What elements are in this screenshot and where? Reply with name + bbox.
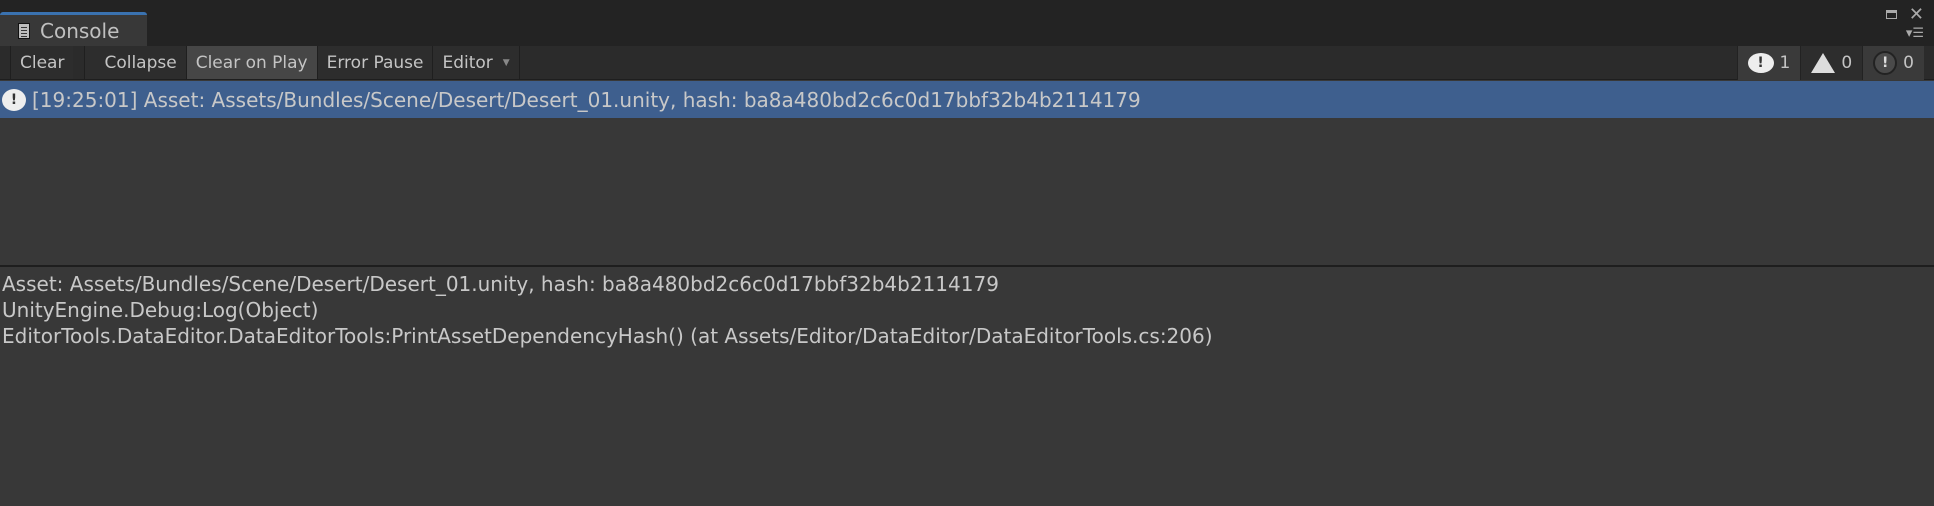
log-entry-text: [19:25:01] Asset: Assets/Bundles/Scene/D…	[32, 87, 1141, 112]
log-list: ! [19:25:01] Asset: Assets/Bundles/Scene…	[0, 81, 1934, 266]
close-icon[interactable]: ✕	[1909, 4, 1924, 25]
log-detail: Asset: Assets/Bundles/Scene/Desert/Deser…	[2, 271, 1213, 349]
detail-line: Asset: Assets/Bundles/Scene/Desert/Deser…	[2, 272, 999, 296]
warning-count: 0	[1841, 53, 1853, 73]
collapse-button[interactable]: Collapse	[84, 46, 186, 79]
detail-line: UnityEngine.Debug:Log(Object)	[2, 298, 319, 322]
error-count: 0	[1903, 53, 1914, 73]
tab-console[interactable]: Console	[0, 12, 147, 46]
log-entry[interactable]: ! [19:25:01] Asset: Assets/Bundles/Scene…	[0, 81, 1934, 118]
tab-console-label: Console	[40, 18, 120, 43]
detail-line: EditorTools.DataEditor.DataEditorTools:P…	[2, 324, 1213, 348]
editor-dropdown[interactable]: Editor ▼	[432, 46, 520, 79]
toolbar: Clear Collapse Clear on Play Error Pause…	[0, 46, 1934, 80]
error-count-toggle[interactable]: ! 0	[1862, 46, 1924, 80]
console-icon	[18, 22, 30, 39]
clear-on-play-button[interactable]: Clear on Play	[185, 46, 317, 79]
log-count-toggle[interactable]: ! 1	[1736, 46, 1801, 80]
info-icon: !	[1747, 53, 1774, 73]
maximize-icon[interactable]	[1885, 10, 1897, 19]
tab-bar: Console ✕ ▾☰	[0, 0, 1934, 46]
error-pause-button[interactable]: Error Pause	[316, 46, 433, 79]
split-divider[interactable]	[0, 265, 1934, 267]
warning-count-toggle[interactable]: 0	[1800, 46, 1863, 80]
warning-icon	[1811, 53, 1836, 73]
clear-button[interactable]: Clear	[10, 46, 74, 79]
menu-icon[interactable]: ▾☰	[1906, 26, 1924, 41]
log-count: 1	[1779, 53, 1791, 73]
chevron-down-icon: ▼	[502, 57, 510, 68]
info-icon: !	[2, 88, 26, 111]
editor-dropdown-label: Editor	[442, 52, 493, 73]
error-icon: !	[1873, 51, 1898, 75]
